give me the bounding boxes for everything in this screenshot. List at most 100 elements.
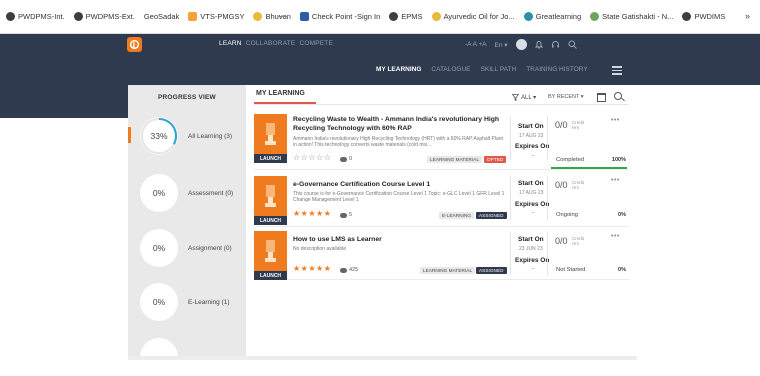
progress-percent: 0% xyxy=(152,243,166,253)
language-select[interactable]: En ▾ xyxy=(495,41,508,49)
status-tag: ASSIGNED xyxy=(476,267,507,274)
bookmark-greatlearning[interactable]: Greatlearning xyxy=(523,12,581,21)
top-header xyxy=(0,34,760,55)
book-trophy-icon xyxy=(265,123,276,145)
course-title[interactable]: Recycling Waste to Wealth - Ammann India… xyxy=(293,116,508,133)
course-title[interactable]: e-Governance Certification Course Level … xyxy=(293,181,508,190)
course-percent: 0% xyxy=(618,212,626,218)
comment-count[interactable]: 0 xyxy=(340,156,352,162)
launch-button[interactable]: LAUNCH xyxy=(254,271,287,280)
comment-count[interactable]: 425 xyxy=(340,267,358,273)
nav-learn[interactable]: LEARN xyxy=(219,40,242,47)
credit-hours: 0/0 xyxy=(555,236,568,246)
search-icon[interactable] xyxy=(614,92,622,100)
credit-label: Credit Hrs xyxy=(572,180,585,190)
tab-catalogue[interactable]: CATALOGUE xyxy=(431,66,470,73)
start-date: 17 AUG 23 xyxy=(519,133,544,139)
more-options-icon[interactable]: ••• xyxy=(611,233,620,240)
divider xyxy=(510,176,511,220)
divider xyxy=(547,176,548,220)
comment-count[interactable]: 5 xyxy=(340,212,352,218)
credit-hours: 0/0 xyxy=(555,120,568,130)
filter-button[interactable]: ALL ▾ xyxy=(512,94,536,101)
right-margin xyxy=(637,85,760,360)
progress-percent: 0% xyxy=(152,297,166,307)
divider xyxy=(510,116,511,160)
bookmark-pwdims[interactable]: PWDIMS xyxy=(682,12,725,21)
bookmark-pwdpms-ext[interactable]: PWDPMS-Ext. xyxy=(73,12,135,21)
progress-bar xyxy=(551,167,627,169)
course-card[interactable]: LAUNCH e-Governance Certification Course… xyxy=(254,176,629,227)
rating-stars[interactable]: ★★★★★ xyxy=(293,264,331,273)
bookmark-gatishakti[interactable]: State Gatishakti - N... xyxy=(590,12,673,21)
progress-item-assessment[interactable]: 0% Assessment (0) xyxy=(140,174,233,212)
nav-collaborate[interactable]: COLLABORATE xyxy=(246,40,296,47)
sort-select[interactable]: BY RECENT ▾ xyxy=(548,94,584,100)
comment-icon xyxy=(340,212,347,218)
bell-icon[interactable] xyxy=(534,40,543,49)
course-card[interactable]: LAUNCH Recycling Waste to Wealth - Amman… xyxy=(254,114,629,170)
progress-ring: 0% xyxy=(140,174,178,212)
comment-icon xyxy=(340,267,347,273)
font-size-controls[interactable]: -A A +A xyxy=(465,41,487,48)
course-title[interactable]: How to use LMS as Learner xyxy=(293,236,508,245)
launch-button[interactable]: LAUNCH xyxy=(254,216,287,225)
progress-item-elearning[interactable]: 0% E-Learning (1) xyxy=(140,283,230,321)
nav-compete[interactable]: COMPETE xyxy=(299,40,333,47)
comment-icon xyxy=(340,156,347,162)
course-percent: 100% xyxy=(611,157,626,163)
expires-value: - xyxy=(532,210,534,216)
tab-skill-path[interactable]: SKILL PATH xyxy=(481,66,517,73)
headset-icon[interactable] xyxy=(551,40,560,49)
menu-icon[interactable] xyxy=(612,66,622,77)
globe-icon xyxy=(73,12,83,21)
tab-my-learning[interactable]: MY LEARNING xyxy=(376,66,421,73)
course-description: Ammann India's revolutionary High Recycl… xyxy=(293,136,503,148)
top-nav: LEARN COLLABORATE COMPETE xyxy=(219,40,333,47)
course-description: No description available xyxy=(293,246,347,252)
progress-view-title: PROGRESS VIEW xyxy=(158,94,216,101)
progress-item-assignment[interactable]: 0% Assignment (0) xyxy=(140,229,232,267)
expires-label: Expires On xyxy=(515,201,550,208)
progress-percent: 0% xyxy=(152,188,166,198)
type-tag: E-LEARNING xyxy=(439,212,475,219)
course-status: Ongoing xyxy=(556,212,578,218)
checkpoint-icon xyxy=(299,12,309,21)
bookmark-checkpoint[interactable]: Check Point -Sign In xyxy=(299,12,380,21)
divider xyxy=(547,231,548,275)
rating-stars[interactable]: ★★★★★ xyxy=(293,209,331,218)
course-thumbnail: LAUNCH xyxy=(254,114,287,163)
start-date: 23 JUN 23 xyxy=(519,246,543,252)
app-logo[interactable] xyxy=(127,37,142,52)
course-card[interactable]: LAUNCH How to use LMS as Learner No desc… xyxy=(254,231,629,280)
launch-button[interactable]: LAUNCH xyxy=(254,154,287,163)
dash-icon xyxy=(278,15,288,18)
bookmarks-more-button[interactable]: » xyxy=(745,11,750,21)
status-tag: ASSIGNED xyxy=(476,212,507,219)
progress-ring: 33% xyxy=(140,117,178,155)
bookmark-geosadak[interactable]: GeoSadak xyxy=(144,12,288,21)
rating-stars[interactable]: ☆☆☆☆☆ xyxy=(293,153,331,162)
filter-icon xyxy=(512,94,519,101)
header-tools: -A A +A En ▾ xyxy=(465,37,577,52)
bookmark-vts-pmgsy[interactable]: VTS-PMGSY xyxy=(188,12,244,21)
globe-icon xyxy=(682,12,692,21)
bookmark-pwdpms-int[interactable]: PWDPMS-Int. xyxy=(6,12,65,21)
credit-label: Credit Hrs xyxy=(572,120,585,130)
calendar-icon[interactable] xyxy=(597,93,606,102)
start-label: Start On xyxy=(518,236,544,243)
avatar[interactable] xyxy=(515,39,527,50)
bookmark-ayurvedic[interactable]: Ayurvedic Oil for Jo... xyxy=(431,12,515,21)
course-percent: 0% xyxy=(618,267,626,273)
expires-label: Expires On xyxy=(515,257,550,264)
more-options-icon[interactable]: ••• xyxy=(611,117,620,124)
search-icon[interactable] xyxy=(568,40,577,49)
divider xyxy=(510,231,511,275)
progress-item-all-learning[interactable]: 33% All Learning (3) xyxy=(140,117,232,155)
more-options-icon[interactable]: ••• xyxy=(611,177,620,184)
type-tag: LEARNING MATERIAL xyxy=(420,267,476,274)
divider xyxy=(547,116,548,160)
tab-training-history[interactable]: TRAINING HISTORY xyxy=(526,66,588,73)
logo-icon xyxy=(129,39,140,50)
bookmark-epms[interactable]: EPMS xyxy=(389,12,423,21)
